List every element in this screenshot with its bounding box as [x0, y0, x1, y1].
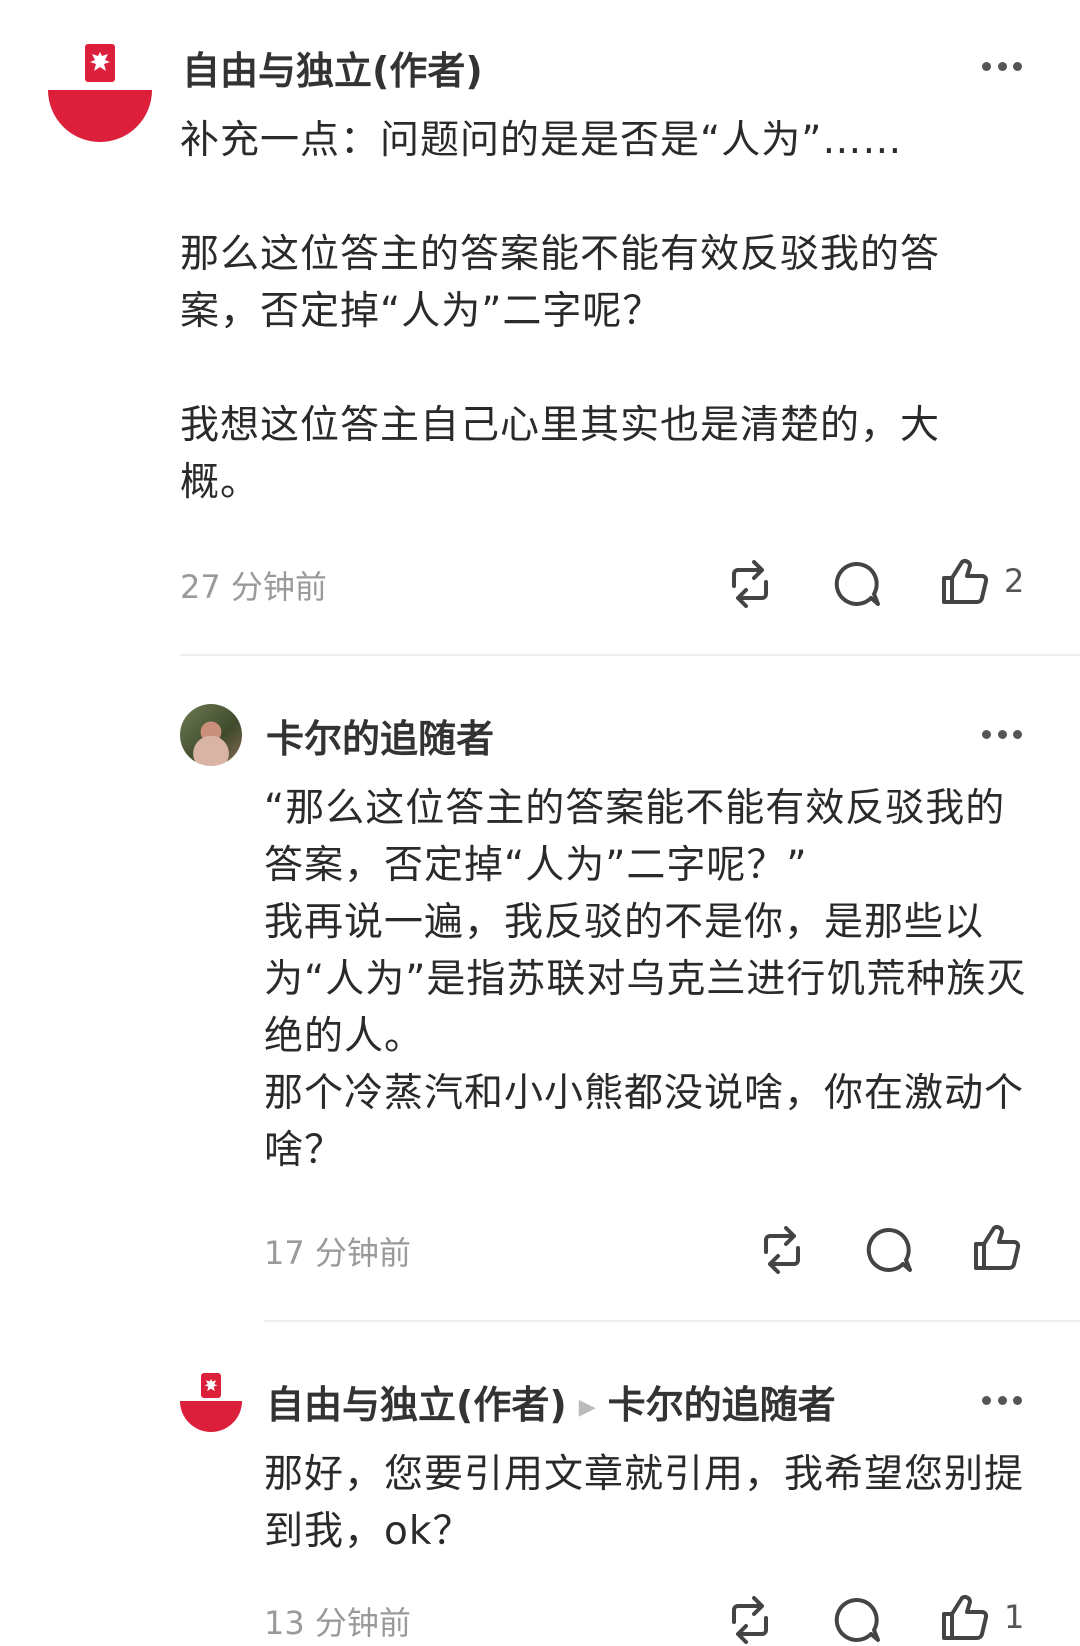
eagle-emblem-icon	[85, 44, 115, 82]
repost-icon	[732, 560, 768, 608]
author-name[interactable]: 自由与独立(作者) ▶ 卡尔的追随者	[266, 1374, 836, 1429]
comment-text: “那么这位答主的答案能不能有效反驳我的答案，否定掉“人为”二字呢？” 我再说一遍…	[264, 786, 1027, 1173]
like-button[interactable]: 1	[940, 1592, 1024, 1642]
timestamp: 13 分钟前	[264, 1604, 411, 1642]
comment-bubble-icon	[866, 1227, 912, 1272]
avatar[interactable]	[180, 704, 242, 766]
comment-bubble-icon	[834, 561, 880, 606]
like-count: 2	[1004, 562, 1025, 600]
author-name-text[interactable]: 自由与独立(作者)	[266, 1383, 567, 1427]
author-name[interactable]: 卡尔的追随者	[266, 708, 494, 763]
comment-text: 那好，您要引用文章就引用，我希望您别提到我，ok？	[264, 1452, 1025, 1554]
avatar[interactable]	[180, 1370, 242, 1432]
timestamp: 27 分钟前	[180, 568, 327, 606]
repost-icon	[764, 1226, 800, 1274]
more-options-icon[interactable]	[982, 60, 1022, 72]
thumbs-up-icon	[942, 1595, 989, 1640]
comment-text: 补充一点：问题问的是是否是“人为”…… 那么这位答主的答案能不能有效反驳我的答案…	[180, 118, 941, 505]
reply-button[interactable]	[832, 1596, 882, 1646]
more-options-icon[interactable]	[982, 728, 1022, 740]
reply-button[interactable]	[832, 560, 882, 610]
like-count: 1	[1004, 1598, 1025, 1636]
divider	[180, 654, 1080, 656]
timestamp: 17 分钟前	[264, 1234, 411, 1272]
repost-button[interactable]	[724, 560, 776, 608]
reply-button[interactable]	[864, 1226, 914, 1276]
author-name[interactable]: 自由与独立(作者)	[182, 40, 483, 95]
repost-button[interactable]	[756, 1226, 808, 1274]
eagle-emblem-icon	[201, 1373, 221, 1398]
reply-to-name[interactable]: 卡尔的追随者	[608, 1383, 836, 1427]
like-button[interactable]	[972, 1222, 1036, 1272]
more-options-icon[interactable]	[982, 1394, 1022, 1406]
divider	[264, 1320, 1080, 1322]
avatar[interactable]	[48, 38, 152, 142]
like-button[interactable]: 2	[940, 556, 1024, 606]
reply-arrow-icon: ▶	[578, 1395, 596, 1420]
comment-bubble-icon	[834, 1597, 880, 1642]
thumbs-up-icon	[974, 1225, 1021, 1270]
thumbs-up-icon	[942, 559, 989, 604]
